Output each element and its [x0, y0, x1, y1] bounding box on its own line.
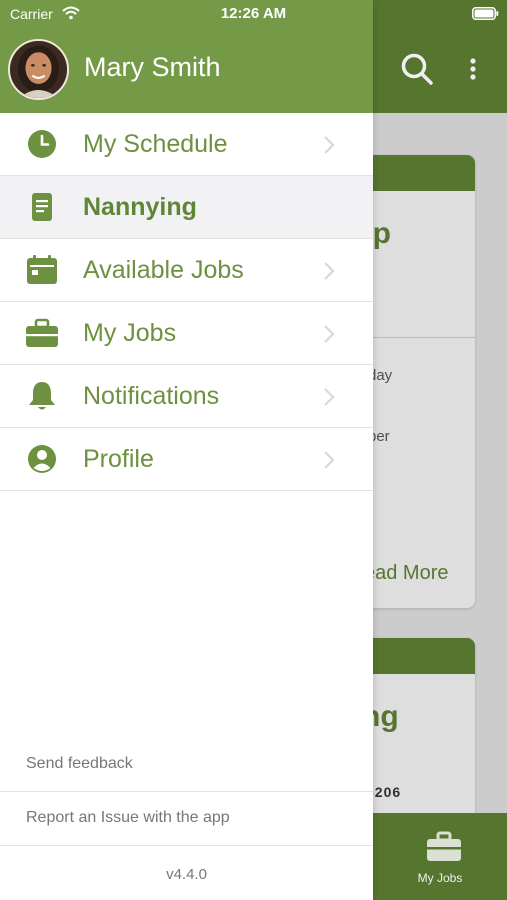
person-icon [28, 445, 56, 473]
status-bar: Carrier 12:26 AM [0, 0, 507, 30]
battery-icon [472, 7, 499, 20]
chevron-right-icon [324, 451, 335, 469]
report-issue-link[interactable]: Report an Issue with the app [0, 792, 373, 846]
send-feedback-label: Send feedback [26, 755, 133, 772]
chevron-right-icon [324, 262, 335, 280]
menu-item-label: Nannying [83, 193, 197, 221]
briefcase-icon [26, 318, 58, 347]
report-issue-label: Report an Issue with the app [26, 809, 230, 826]
drawer-footer: Send feedback Report an Issue with the a… [0, 738, 373, 846]
bell-icon [29, 382, 55, 410]
chevron-right-icon [324, 325, 335, 343]
menu-item-label: Available Jobs [83, 256, 244, 284]
send-feedback-link[interactable]: Send feedback [0, 738, 373, 792]
menu-item-label: My Jobs [83, 319, 177, 347]
navigation-drawer: Mary Smith My Schedule Nannying Availabl… [0, 0, 373, 900]
status-time: 12:26 AM [220, 5, 287, 22]
document-icon [32, 193, 52, 221]
menu-item-label: My Schedule [83, 130, 228, 158]
menu-item-my-jobs[interactable]: My Jobs [0, 302, 373, 365]
menu-item-label: Profile [83, 445, 154, 473]
menu-item-my-schedule[interactable]: My Schedule [0, 113, 373, 176]
menu-item-profile[interactable]: Profile [0, 428, 373, 491]
avatar[interactable] [8, 39, 69, 100]
drawer-menu: My Schedule Nannying Available Jobs My J… [0, 113, 373, 491]
menu-item-notifications[interactable]: Notifications [0, 365, 373, 428]
menu-item-nannying[interactable]: Nannying [0, 176, 373, 239]
app-version: v4.4.0 [166, 866, 207, 883]
chevron-right-icon [324, 388, 335, 406]
calendar-icon [27, 255, 57, 284]
menu-item-label: Notifications [83, 382, 220, 410]
menu-item-available-jobs[interactable]: Available Jobs [0, 239, 373, 302]
chevron-right-icon [324, 136, 335, 154]
user-name: Mary Smith [84, 52, 221, 82]
clock-icon [28, 130, 56, 158]
